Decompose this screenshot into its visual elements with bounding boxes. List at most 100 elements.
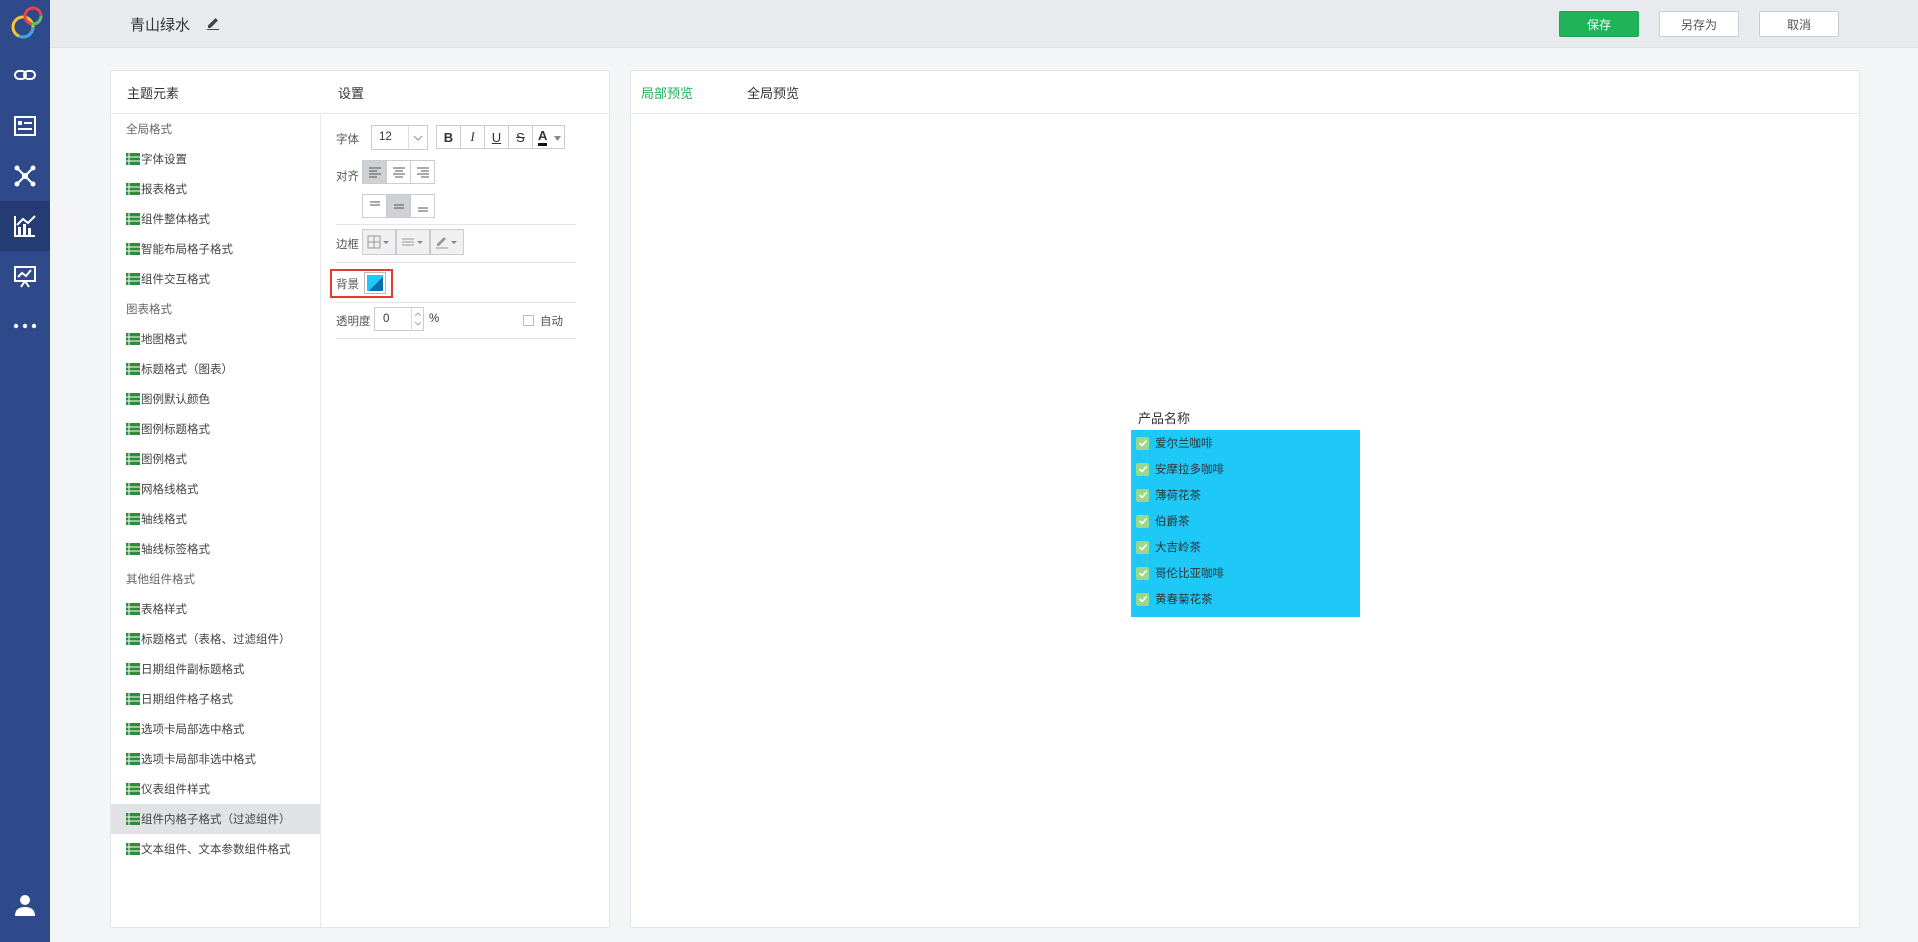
filter-item-label: 安摩拉多咖啡 <box>1155 464 1224 476</box>
nav-presentation[interactable] <box>0 251 50 301</box>
filter-item[interactable]: 安摩拉多咖啡 <box>1131 456 1360 482</box>
tree-item[interactable]: 网格线格式 <box>111 474 320 504</box>
align-label: 对齐 <box>336 171 359 183</box>
bold-button[interactable]: B <box>436 125 461 149</box>
tree-group[interactable]: 其他组件格式 <box>111 564 320 594</box>
tree-item-label: 日期组件副标题格式 <box>141 664 245 676</box>
nav-user[interactable] <box>0 880 50 930</box>
tree-item-label: 轴线标签格式 <box>141 544 210 556</box>
table-icon <box>126 753 140 765</box>
table-icon <box>126 723 140 735</box>
stepper-arrows-icon[interactable] <box>413 310 423 328</box>
tab-local-preview[interactable]: 局部预览 <box>641 71 693 113</box>
tree-item[interactable]: 选项卡局部非选中格式 <box>111 744 320 774</box>
table-icon <box>126 603 140 615</box>
filter-item-checkbox[interactable] <box>1136 540 1149 554</box>
nav-chart[interactable] <box>0 201 50 251</box>
tree-item-label: 组件交互格式 <box>141 274 210 286</box>
filter-item-checkbox[interactable] <box>1136 436 1149 450</box>
align-left-button[interactable] <box>362 160 387 184</box>
nav-link[interactable] <box>0 50 50 100</box>
tree-item[interactable]: 图例标题格式 <box>111 414 320 444</box>
filter-item-checkbox[interactable] <box>1136 488 1149 502</box>
table-icon <box>126 393 140 405</box>
tree-item-label: 轴线格式 <box>141 514 187 526</box>
tree-item[interactable]: 标题格式（图表） <box>111 354 320 384</box>
table-icon <box>126 693 140 705</box>
tree-item[interactable]: 表格样式 <box>111 594 320 624</box>
filter-item[interactable]: 哥伦比亚咖啡 <box>1131 560 1360 586</box>
check-icon <box>1138 517 1147 525</box>
nav-list[interactable] <box>0 101 50 151</box>
save-as-button[interactable]: 另存为 <box>1659 11 1739 37</box>
save-button[interactable]: 保存 <box>1559 11 1639 37</box>
tree-item-label: 地图格式 <box>141 334 187 346</box>
check-icon <box>1138 569 1147 577</box>
table-icon <box>126 243 140 255</box>
filter-item[interactable]: 爱尔兰咖啡 <box>1131 430 1360 456</box>
tree-item[interactable]: 日期组件副标题格式 <box>111 654 320 684</box>
filter-item[interactable]: 大吉岭茶 <box>1131 534 1360 560</box>
valign-middle-button[interactable] <box>386 194 411 218</box>
underline-button[interactable]: U <box>484 125 509 149</box>
font-color-button[interactable]: A <box>532 125 565 149</box>
chart-icon <box>14 215 36 237</box>
tree-item[interactable]: 选项卡局部选中格式 <box>111 714 320 744</box>
border-type-select[interactable] <box>362 229 396 255</box>
align-center-icon <box>392 167 405 178</box>
check-icon <box>1138 595 1147 603</box>
border-style-select[interactable] <box>396 229 430 255</box>
nav-network[interactable] <box>0 151 50 201</box>
check-icon <box>1138 465 1147 473</box>
tree-item[interactable]: 组件内格子格式（过滤组件） <box>111 804 320 834</box>
table-icon <box>126 543 140 555</box>
filter-item[interactable]: 伯爵茶 <box>1131 508 1360 534</box>
tree-item[interactable]: 图例格式 <box>111 444 320 474</box>
tree-item[interactable]: 智能布局格子格式 <box>111 234 320 264</box>
tree-item[interactable]: 日期组件格子格式 <box>111 684 320 714</box>
align-right-button[interactable] <box>410 160 435 184</box>
tree-item[interactable]: 报表格式 <box>111 174 320 204</box>
tree-item[interactable]: 轴线标签格式 <box>111 534 320 564</box>
filter-item-checkbox[interactable] <box>1136 592 1149 606</box>
tree-item[interactable]: 组件交互格式 <box>111 264 320 294</box>
italic-button[interactable]: I <box>460 125 485 149</box>
strikethrough-button[interactable]: S <box>508 125 533 149</box>
valign-bottom-button[interactable] <box>410 194 435 218</box>
edit-icon[interactable] <box>205 15 221 31</box>
filter-item-checkbox[interactable] <box>1136 462 1149 476</box>
filter-item-checkbox[interactable] <box>1136 514 1149 528</box>
tree-item[interactable]: 地图格式 <box>111 324 320 354</box>
cancel-button[interactable]: 取消 <box>1759 11 1839 37</box>
align-center-button[interactable] <box>386 160 411 184</box>
nav-more[interactable] <box>0 301 50 351</box>
opacity-value: 0 <box>383 313 390 325</box>
tree-group[interactable]: 图表格式 <box>111 294 320 324</box>
tab-global-preview[interactable]: 全局预览 <box>747 71 799 113</box>
tree-item-label: 字体设置 <box>141 154 187 166</box>
opacity-stepper[interactable]: 0 <box>374 307 424 331</box>
filter-item-checkbox[interactable] <box>1136 566 1149 580</box>
filter-item-label: 薄荷花茶 <box>1155 490 1201 502</box>
table-icon <box>126 363 140 375</box>
tree-item[interactable]: 仪表组件样式 <box>111 774 320 804</box>
valign-top-button[interactable] <box>362 194 387 218</box>
tree-item[interactable]: 标题格式（表格、过滤组件） <box>111 624 320 654</box>
tree-item[interactable]: 组件整体格式 <box>111 204 320 234</box>
tree-item[interactable]: 文本组件、文本参数组件格式 <box>111 834 320 864</box>
background-color-swatch[interactable] <box>364 272 386 294</box>
font-size-value: 12 <box>379 131 392 143</box>
tree-item[interactable]: 图例默认颜色 <box>111 384 320 414</box>
tree-group[interactable]: 全局格式 <box>111 114 320 144</box>
auto-checkbox[interactable] <box>523 315 534 326</box>
filter-widget-title: 产品名称 <box>1138 411 1191 426</box>
table-icon <box>126 783 140 795</box>
tree-item-label: 图表格式 <box>126 304 172 316</box>
tree-item[interactable]: 字体设置 <box>111 144 320 174</box>
border-color-select[interactable] <box>430 229 464 255</box>
font-size-select[interactable]: 12 <box>371 125 428 150</box>
tree-item[interactable]: 轴线格式 <box>111 504 320 534</box>
filter-item[interactable]: 黄春菊花茶 <box>1131 586 1360 612</box>
filter-item[interactable]: 薄荷花茶 <box>1131 482 1360 508</box>
font-color-glyph: A <box>538 128 548 146</box>
